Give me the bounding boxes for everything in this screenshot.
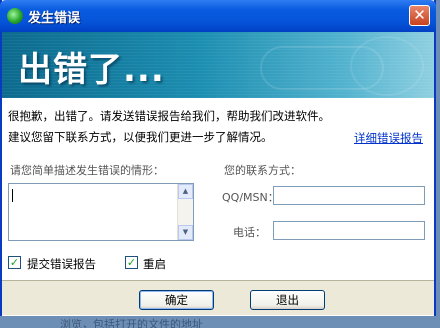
description-textarea[interactable]: ▲ ▼ (8, 183, 194, 241)
background-partial-text: 浏览，包括打开的文件的地址 (60, 318, 203, 328)
phone-input[interactable] (273, 221, 425, 240)
check-icon: ✓ (126, 256, 137, 269)
qq-msn-input[interactable] (273, 186, 425, 205)
window-title: 发生错误 (28, 11, 81, 26)
banner-decoration (350, 36, 424, 96)
description-label: 请您简单描述发生错误的情形： (10, 164, 164, 177)
app-icon (7, 8, 23, 24)
submit-report-checkbox[interactable]: ✓ (8, 256, 21, 269)
submit-report-label[interactable]: 提交错误报告 (27, 256, 96, 272)
exit-button[interactable]: 退出 (250, 290, 325, 310)
text-caret (12, 189, 13, 202)
error-dialog: 发生错误 ✕ 出错了... 很抱歉，出错了。请发送错误报告给我们，帮助我们改进软… (0, 0, 436, 316)
check-icon: ✓ (9, 256, 20, 269)
banner-heading: 出错了... (18, 50, 165, 90)
button-bar (2, 280, 434, 315)
scroll-up-icon[interactable]: ▲ (178, 184, 193, 199)
contact-label: 您的联系方式： (224, 164, 301, 177)
scroll-down-icon[interactable]: ▼ (178, 225, 193, 240)
phone-label: 电话： (233, 226, 266, 239)
restart-checkbox[interactable]: ✓ (125, 256, 138, 269)
title-bar[interactable]: 发生错误 ✕ (0, 0, 436, 32)
qq-msn-label: QQ/MSN： (222, 191, 279, 204)
message-line-1: 很抱歉，出错了。请发送错误报告给我们，帮助我们改进软件。 (8, 109, 330, 123)
message-line-2: 建议您留下联系方式，以便我们更进一步了解情况。 (8, 130, 273, 144)
restart-label[interactable]: 重启 (143, 256, 166, 272)
ok-button[interactable]: 确定 (139, 290, 214, 310)
close-button[interactable]: ✕ (409, 5, 430, 26)
error-banner: 出错了... (2, 32, 434, 98)
close-icon: ✕ (413, 6, 426, 24)
details-report-link[interactable]: 详细错误报告 (354, 130, 423, 146)
vertical-scrollbar[interactable]: ▲ ▼ (177, 184, 193, 240)
